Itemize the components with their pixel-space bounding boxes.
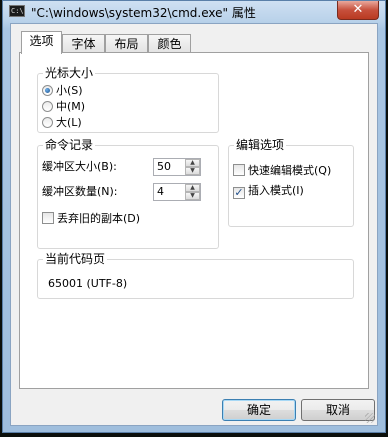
checkbox-quick-edit[interactable]: 快速编辑模式(Q) xyxy=(233,163,331,179)
code-page-value: 65001 (UTF-8) xyxy=(48,277,128,290)
checkbox-unchecked-icon xyxy=(233,164,245,176)
checkbox-label: 插入模式(I) xyxy=(248,184,304,197)
resize-grip-icon[interactable] xyxy=(365,413,375,423)
tab-colors[interactable]: 颜色 xyxy=(148,34,191,53)
tab-options[interactable]: 选项 xyxy=(21,31,62,54)
command-history-group: 命令记录 缓冲区大小(B): 50 ▲ ▼ 缓冲区数量(N): 4 ▲ ▼ 丢弃… xyxy=(37,138,219,249)
radio-icon xyxy=(42,101,53,112)
cmd-app-icon: C:\ xyxy=(9,5,25,17)
buffer-count-label: 缓冲区数量(N): xyxy=(42,185,118,198)
window-title: "C:\windows\system32\cmd.exe" 属性 xyxy=(31,6,256,20)
properties-window: C:\ "C:\windows\system32\cmd.exe" 属性 ✕ 选… xyxy=(2,0,386,433)
cursor-size-title: 光标大小 xyxy=(43,66,96,80)
buffer-count-value[interactable]: 4 xyxy=(157,184,164,200)
radio-label: 中(M) xyxy=(56,100,86,113)
spin-down-icon[interactable]: ▼ xyxy=(185,167,200,175)
close-button[interactable]: ✕ xyxy=(337,1,379,20)
checkbox-label: 丢弃旧的副本(D) xyxy=(57,212,141,225)
buffer-size-spinner[interactable]: 50 ▲ ▼ xyxy=(153,158,201,176)
spin-up-icon[interactable]: ▲ xyxy=(185,184,200,192)
cursor-size-group: 光标大小 小(S) 中(M) 大(L) xyxy=(37,66,219,133)
checkbox-discard-old[interactable]: 丢弃旧的副本(D) xyxy=(42,211,140,227)
buffer-size-label: 缓冲区大小(B): xyxy=(42,160,117,173)
command-history-title: 命令记录 xyxy=(43,138,96,152)
checkbox-label: 快速编辑模式(Q) xyxy=(248,164,332,177)
checkbox-insert-mode[interactable]: ✓ 插入模式(I) xyxy=(233,183,304,199)
checkbox-unchecked-icon xyxy=(42,212,54,224)
dialog-client-area: 选项 字体 布局 颜色 光标大小 小(S) 中(M) 大(L) 命令记录 缓冲区… xyxy=(10,23,378,426)
title-bar[interactable]: C:\ "C:\windows\system32\cmd.exe" 属性 ✕ xyxy=(3,1,385,23)
spin-down-icon[interactable]: ▼ xyxy=(185,192,200,200)
spin-up-icon[interactable]: ▲ xyxy=(185,159,200,167)
edit-options-title: 编辑选项 xyxy=(234,138,287,152)
code-page-title: 当前代码页 xyxy=(43,252,108,266)
radio-cursor-large[interactable]: 大(L) xyxy=(42,115,82,131)
tab-layout[interactable]: 布局 xyxy=(105,34,148,53)
tab-panel-options: 光标大小 小(S) 中(M) 大(L) 命令记录 缓冲区大小(B): 50 ▲ … xyxy=(19,52,369,389)
checkbox-checked-icon: ✓ xyxy=(233,186,245,199)
radio-selected-icon xyxy=(42,85,53,96)
buffer-count-spinner[interactable]: 4 ▲ ▼ xyxy=(153,183,201,201)
ok-button[interactable]: 确定 xyxy=(222,399,296,421)
buffer-size-value[interactable]: 50 xyxy=(157,159,171,175)
radio-cursor-medium[interactable]: 中(M) xyxy=(42,99,85,115)
radio-cursor-small[interactable]: 小(S) xyxy=(42,83,83,99)
radio-label: 小(S) xyxy=(56,84,83,97)
tab-font[interactable]: 字体 xyxy=(62,34,105,53)
radio-icon xyxy=(42,117,53,128)
radio-label: 大(L) xyxy=(56,116,82,129)
cancel-button[interactable]: 取消 xyxy=(301,399,375,421)
edit-options-group: 编辑选项 快速编辑模式(Q) ✓ 插入模式(I) xyxy=(228,138,354,227)
